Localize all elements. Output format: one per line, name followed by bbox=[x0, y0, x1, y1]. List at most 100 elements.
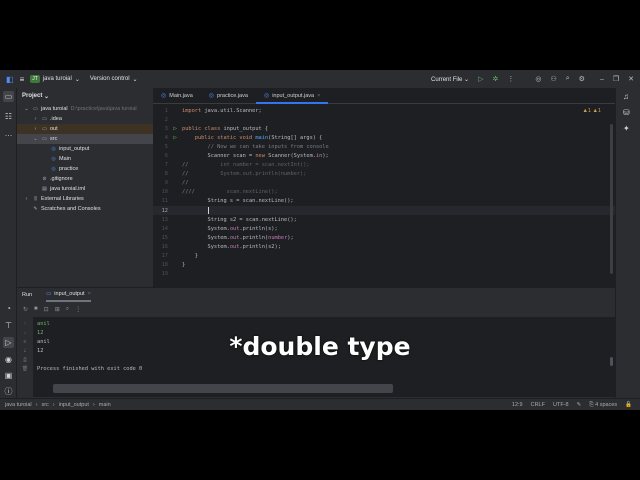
tree-item[interactable]: ◎ practice bbox=[17, 164, 153, 174]
editor-scrollbar[interactable] bbox=[610, 124, 613, 274]
code-line[interactable]: 12 bbox=[153, 206, 615, 216]
tree-item[interactable]: › ▭ out bbox=[17, 124, 153, 134]
code-line[interactable]: 13 String s2 = scan.nextLine(); bbox=[153, 215, 615, 224]
database-icon[interactable]: ⛁ bbox=[623, 108, 630, 117]
more-tools-icon[interactable]: … bbox=[3, 128, 14, 139]
breadcrumb-item[interactable]: src bbox=[41, 402, 48, 408]
code-line[interactable]: 19 bbox=[153, 270, 615, 279]
editor[interactable]: ◎ Main.java ◎ practice.java ◎ input_output.ja… bbox=[153, 88, 615, 287]
problems-icon[interactable]: ⓘ bbox=[3, 386, 14, 397]
breadcrumb-item[interactable]: main bbox=[99, 402, 111, 408]
code-line[interactable]: 14 System. out .println(s); bbox=[153, 224, 615, 233]
code-style-icon[interactable]: ✎ bbox=[577, 402, 582, 408]
stop-icon[interactable]: ■ bbox=[34, 306, 38, 312]
code-line[interactable]: 17 } bbox=[153, 252, 615, 261]
close-icon[interactable]: ✕ bbox=[628, 75, 634, 83]
close-tab-icon[interactable]: × bbox=[317, 93, 320, 99]
close-tab-icon[interactable]: × bbox=[88, 291, 91, 297]
code-line[interactable]: 10 //// scan.nextLine(); bbox=[153, 188, 615, 197]
screenshot-icon[interactable]: ⊡ bbox=[44, 306, 49, 313]
settings-icon[interactable]: ⚙ bbox=[579, 75, 585, 83]
run-icon[interactable]: ▷ bbox=[478, 75, 483, 83]
structure-tool-icon[interactable]: ☷ bbox=[3, 111, 14, 122]
code-line[interactable]: 2 bbox=[153, 115, 615, 124]
tree-item-path: D:\practice\java\java turoial bbox=[70, 106, 137, 112]
code-line[interactable]: 11 String s = scan.nextLine(); bbox=[153, 197, 615, 206]
code-line[interactable]: 5 // Now we can take inputs from console bbox=[153, 142, 615, 151]
console-hscrollbar[interactable] bbox=[53, 384, 393, 393]
code-token: java.util.Scanner; bbox=[201, 107, 262, 114]
search-icon[interactable]: ⌕ bbox=[566, 75, 570, 83]
more-icon[interactable]: ⋮ bbox=[507, 75, 514, 83]
code-area[interactable]: 1 import java.util.Scanner; 2 3 ▷ public clas… bbox=[153, 106, 615, 279]
scroll-up-icon[interactable]: ↑ bbox=[17, 321, 33, 327]
expand-arrow-icon[interactable]: › bbox=[32, 126, 39, 132]
file-encoding[interactable]: UTF-8 bbox=[553, 402, 569, 408]
tab-input_output-java[interactable]: ◎ input_output.java × bbox=[255, 88, 329, 104]
tree-item[interactable]: ⌄ ▭ src bbox=[17, 134, 153, 144]
console-line: Process finished with exit code 0 bbox=[37, 366, 143, 372]
tree-item[interactable]: ▤ java turoial.iml bbox=[17, 184, 153, 194]
run-config-select[interactable]: Current File ⌄ bbox=[431, 76, 469, 83]
project-panel-header[interactable]: Project ⌄ bbox=[17, 88, 153, 104]
version-control-menu[interactable]: Version control ⌄ bbox=[90, 76, 138, 83]
restore-icon[interactable]: ❐ bbox=[613, 75, 619, 83]
caret-position[interactable]: 12:9 bbox=[512, 402, 523, 408]
tree-item[interactable]: › ⫼ External Libraries bbox=[17, 194, 153, 204]
code-line[interactable]: 3 ▷ public class input_output { bbox=[153, 124, 615, 133]
more-icon[interactable]: ⋮ bbox=[75, 306, 81, 313]
lock-icon[interactable]: 🔓 bbox=[625, 402, 632, 408]
notifications-icon[interactable]: ♫ bbox=[623, 92, 629, 101]
ai-assistant-icon[interactable]: ◎ bbox=[535, 75, 541, 83]
expand-arrow-icon[interactable]: ⌄ bbox=[23, 106, 30, 112]
project-tool-icon[interactable]: ▭ bbox=[3, 91, 14, 102]
code-line[interactable]: 15 System. out .println(number); bbox=[153, 233, 615, 242]
code-line[interactable]: 1 import java.util.Scanner; bbox=[153, 106, 615, 115]
ai-sparkle-icon[interactable]: ✦ bbox=[623, 124, 630, 133]
code-line[interactable]: 7// int number = scan.nextInt(); bbox=[153, 161, 615, 170]
services-icon[interactable]: ◔ bbox=[3, 303, 14, 314]
rerun-icon[interactable]: ↻ bbox=[23, 306, 28, 313]
tree-item[interactable]: ◎ Main bbox=[17, 154, 153, 164]
run-gutter-icon[interactable]: ▷ bbox=[168, 125, 182, 132]
breadcrumb-item[interactable]: input_output bbox=[59, 402, 89, 408]
code-token: out bbox=[229, 234, 240, 241]
app-logo-icon[interactable]: ◧ bbox=[6, 75, 14, 84]
code-line[interactable]: 4 ▷ public static void main (String[] args… bbox=[153, 133, 615, 142]
run-gutter-icon[interactable]: ▷ bbox=[168, 134, 182, 141]
code-line[interactable]: 16 System. out .println(s2); bbox=[153, 242, 615, 251]
indent-setting[interactable]: ⎘ 4 spaces bbox=[589, 402, 617, 409]
tree-item[interactable]: ⊘ .gitignore bbox=[17, 174, 153, 184]
debug-icon[interactable]: ✲ bbox=[492, 75, 498, 83]
tab-Main-java[interactable]: ◎ Main.java bbox=[153, 88, 201, 104]
expand-arrow-icon[interactable]: ⌄ bbox=[32, 136, 39, 142]
build-icon[interactable]: ⊤ bbox=[3, 320, 14, 331]
export-icon[interactable]: ⊞ bbox=[55, 306, 60, 313]
main-menu-icon[interactable]: ≡ bbox=[20, 75, 25, 84]
code-line[interactable]: 8// System.out.println(number); bbox=[153, 170, 615, 179]
add-user-icon[interactable]: ⚇ bbox=[550, 75, 556, 83]
line-separator[interactable]: CRLF bbox=[531, 402, 545, 408]
tree-item[interactable]: ✎ Scratches and Consoles bbox=[17, 204, 153, 214]
tree-item[interactable]: ⌄ ▭ java turoial D:\practice\java\java turo… bbox=[17, 104, 153, 114]
terminal-icon[interactable]: ▣ bbox=[3, 370, 14, 381]
tree-item-label: Scratches and Consoles bbox=[41, 206, 101, 212]
code-token: public static void bbox=[182, 134, 256, 141]
tree-item[interactable]: ◎ input_output bbox=[17, 144, 153, 154]
run-panel-header: Run ▭ input_output × bbox=[17, 288, 615, 302]
run-tab-input-output[interactable]: ▭ input_output × bbox=[46, 288, 91, 302]
breadcrumb-item[interactable]: java turoial bbox=[5, 402, 32, 408]
filter-icon[interactable]: ⌕ bbox=[66, 306, 69, 313]
tab-practice-java[interactable]: ◎ practice.java bbox=[201, 88, 256, 104]
expand-arrow-icon[interactable]: › bbox=[32, 116, 39, 122]
code-line[interactable]: 9 // bbox=[153, 179, 615, 188]
project-switcher[interactable]: JT java turoial ⌄ bbox=[30, 75, 80, 83]
minimize-icon[interactable]: – bbox=[600, 76, 604, 83]
code-token: System. bbox=[182, 225, 230, 232]
expand-arrow-icon[interactable]: › bbox=[23, 196, 30, 202]
code-line[interactable]: 6 Scanner scan = new Scanner(System. in); bbox=[153, 151, 615, 160]
code-line[interactable]: 18} bbox=[153, 261, 615, 270]
tree-item[interactable]: › ▭ .idea bbox=[17, 114, 153, 124]
clear-icon[interactable]: 🗑 bbox=[17, 366, 33, 372]
